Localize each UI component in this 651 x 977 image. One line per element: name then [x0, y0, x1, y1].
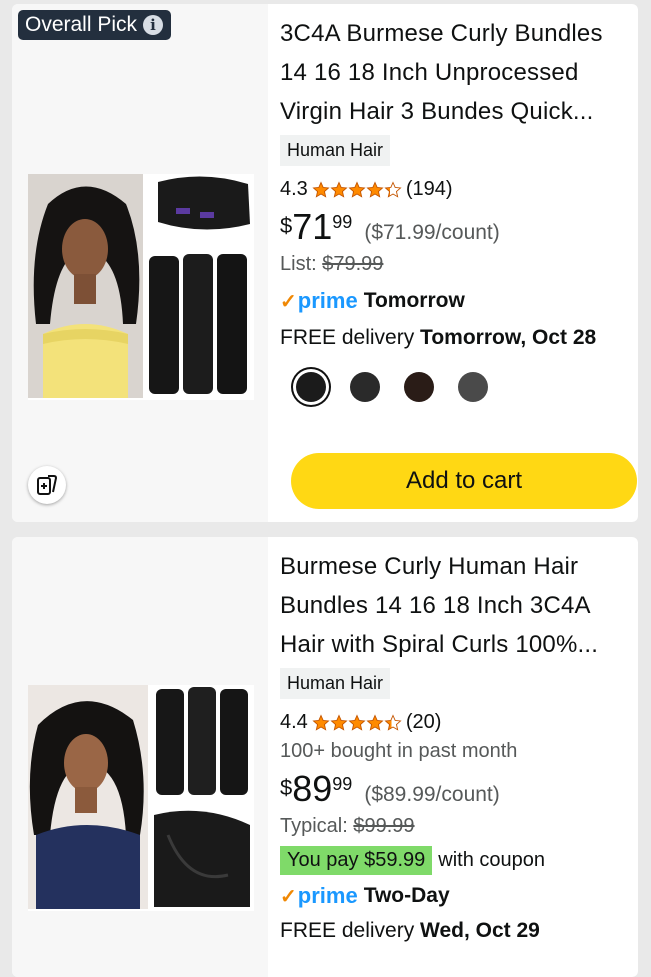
swatch-3[interactable] [404, 372, 434, 402]
price-fraction: 99 [332, 774, 353, 794]
prime-check-icon: ✓ [280, 885, 297, 908]
color-swatches [296, 372, 628, 402]
star-icon [366, 713, 384, 731]
info-icon[interactable]: i [143, 15, 164, 35]
product-title[interactable]: Burmese Curly Human Hair Bundles 14 16 1… [280, 547, 628, 664]
review-count[interactable]: (194) [406, 178, 453, 201]
coupon-label: with coupon [438, 849, 546, 871]
delivery-prefix: FREE delivery [280, 919, 415, 942]
product-title[interactable]: 3C4A Burmese Curly Bundles 14 16 18 Inch… [280, 14, 628, 131]
star-icon [384, 713, 402, 731]
list-price-row: List: $79.99 [280, 253, 628, 276]
product-card-1[interactable]: Overall Pick i 3C4A Burmese Curly Bundle… [12, 4, 638, 522]
swatch-1[interactable] [296, 372, 326, 402]
prime-row: ✓ prime Two-Day [280, 883, 628, 909]
star-icon [330, 713, 348, 731]
price-symbol: $ [280, 775, 293, 800]
price-whole: 89 [292, 768, 333, 809]
typical-price-row: Typical: $99.99 [280, 815, 628, 838]
typical-price: $99.99 [353, 815, 415, 837]
price-symbol: $ [280, 213, 293, 238]
rating-value: 4.3 [280, 178, 308, 200]
product-image-area[interactable]: Overall Pick i [12, 4, 268, 522]
star-rating [312, 713, 402, 732]
swatch-4[interactable] [458, 372, 488, 402]
prime-delivery-speed: Tomorrow [363, 289, 465, 312]
price-fraction: 99 [332, 212, 353, 232]
rating-row[interactable]: 4.3 (194) [280, 178, 628, 201]
star-rating [312, 180, 402, 199]
product-image[interactable] [28, 685, 254, 911]
category-chip: Human Hair [280, 135, 391, 166]
compare-icon [37, 475, 58, 495]
coupon-price-badge: You pay $59.99 [280, 846, 433, 875]
delivery-row: FREE delivery Wed, Oct 29 [280, 919, 628, 943]
price: $ 71 99 ($71.99/count) [280, 207, 628, 247]
delivery-date: Tomorrow, Oct 28 [420, 326, 597, 349]
prime-logo: ✓ prime [280, 883, 358, 909]
typical-label: Typical: [280, 815, 348, 837]
category-chip: Human Hair [280, 668, 391, 699]
delivery-prefix: FREE delivery [280, 326, 415, 349]
product-image-area[interactable] [12, 537, 268, 977]
list-label: List: [280, 253, 317, 275]
bought-count: 100+ bought in past month [280, 740, 518, 762]
star-icon [384, 180, 402, 198]
prime-row: ✓ prime Tomorrow [280, 288, 628, 314]
star-icon [312, 180, 330, 198]
compare-button[interactable] [28, 466, 66, 504]
unit-price: ($89.99/count) [364, 783, 500, 806]
star-icon [348, 713, 366, 731]
list-price: $79.99 [322, 253, 384, 275]
review-count[interactable]: (20) [406, 711, 442, 734]
prime-word: prime [297, 288, 358, 313]
prime-logo: ✓ prime [280, 288, 358, 314]
rating-value: 4.4 [280, 711, 308, 733]
rating-row[interactable]: 4.4 (20) [280, 711, 628, 734]
price: $ 89 99 ($89.99/count) [280, 769, 628, 809]
star-icon [330, 180, 348, 198]
unit-price: ($71.99/count) [364, 221, 500, 244]
star-icon [348, 180, 366, 198]
delivery-row: FREE delivery Tomorrow, Oct 28 [280, 326, 628, 350]
overall-pick-badge: Overall Pick i [18, 10, 172, 40]
star-icon [312, 713, 330, 731]
price-whole: 71 [292, 206, 333, 247]
product-info: 3C4A Burmese Curly Bundles 14 16 18 Inch… [280, 4, 637, 509]
product-image[interactable] [28, 174, 254, 400]
delivery-date: Wed, Oct 29 [420, 919, 540, 942]
prime-check-icon: ✓ [280, 290, 297, 313]
add-to-cart-button[interactable]: Add to cart [291, 453, 637, 509]
prime-delivery-speed: Two-Day [363, 884, 450, 907]
prime-word: prime [297, 883, 358, 908]
swatch-2[interactable] [350, 372, 380, 402]
product-info: Burmese Curly Human Hair Bundles 14 16 1… [280, 537, 628, 943]
star-icon [366, 180, 384, 198]
badge-label: Overall Pick [25, 13, 138, 36]
coupon-row[interactable]: You pay $59.99 with coupon [280, 846, 628, 875]
product-card-2[interactable]: Burmese Curly Human Hair Bundles 14 16 1… [12, 537, 638, 977]
